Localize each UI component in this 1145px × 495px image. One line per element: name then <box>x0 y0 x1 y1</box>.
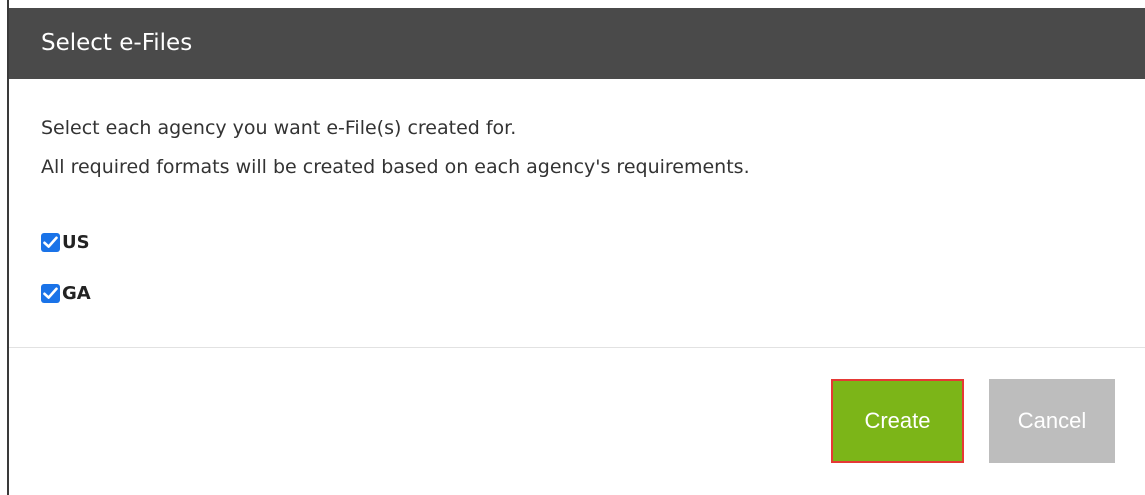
dialog-title: Select e-Files <box>41 30 193 56</box>
agency-checkbox-ga[interactable] <box>41 283 60 303</box>
window-edge <box>0 0 9 495</box>
instruction-line-1: Select each agency you want e-File(s) cr… <box>41 117 517 139</box>
agency-option-us[interactable]: US <box>41 231 90 253</box>
instruction-line-2: All required formats will be created bas… <box>41 156 750 178</box>
agency-label-us: US <box>62 231 90 253</box>
select-efiles-dialog: Select e-Files Select each agency you wa… <box>9 8 1145 495</box>
cancel-button[interactable]: Cancel <box>989 379 1115 463</box>
check-icon <box>43 236 58 248</box>
footer-divider <box>9 347 1145 348</box>
agency-label-ga: GA <box>62 282 91 304</box>
dialog-header: Select e-Files <box>9 8 1145 79</box>
check-icon <box>43 287 58 299</box>
background-strip <box>0 0 1145 8</box>
screen: Select e-Files Select each agency you wa… <box>0 0 1145 495</box>
agency-option-ga[interactable]: GA <box>41 282 91 304</box>
create-button[interactable]: Create <box>831 379 964 463</box>
agency-checkbox-us[interactable] <box>41 232 60 252</box>
